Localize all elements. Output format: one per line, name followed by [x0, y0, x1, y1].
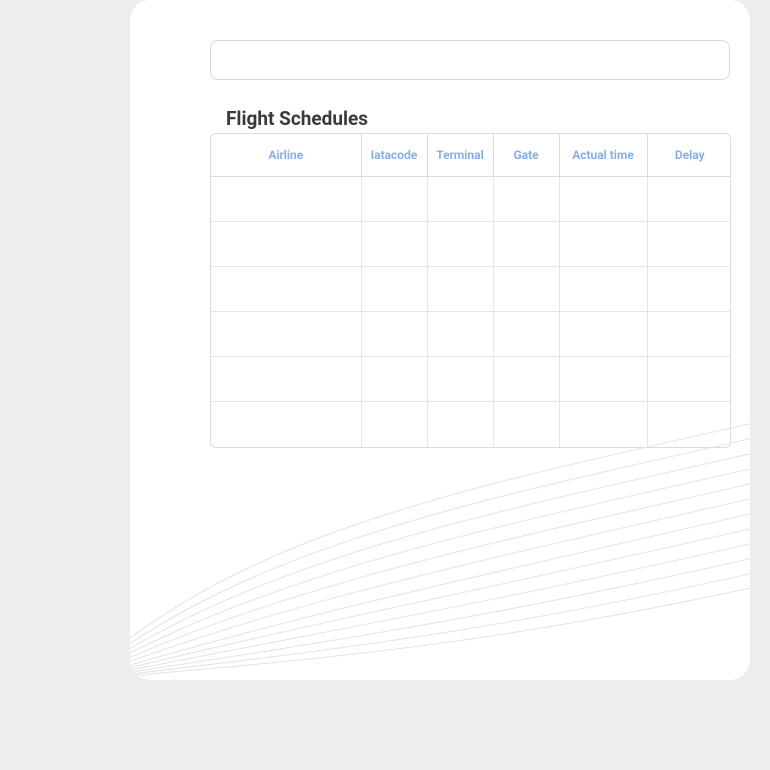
cell-airline: [211, 267, 361, 312]
cell-delay: [647, 177, 731, 222]
decorative-waves: [130, 420, 750, 680]
cell-terminal: [427, 312, 493, 357]
column-header-actual-time: Actual time: [559, 134, 647, 177]
flight-schedule-table: Airline Iatacode Terminal Gate Actual ti…: [210, 133, 731, 448]
cell-terminal: [427, 357, 493, 402]
column-header-iatacode: Iatacode: [361, 134, 427, 177]
table-row: [211, 402, 731, 447]
cell-airline: [211, 357, 361, 402]
cell-actual-time: [559, 177, 647, 222]
table-row: [211, 267, 731, 312]
cell-delay: [647, 402, 731, 447]
table-row: [211, 222, 731, 267]
cell-gate: [493, 312, 559, 357]
section-title: Flight Schedules: [226, 107, 368, 130]
search-input[interactable]: [210, 40, 730, 80]
cell-gate: [493, 402, 559, 447]
cell-terminal: [427, 402, 493, 447]
cell-iatacode: [361, 267, 427, 312]
cell-terminal: [427, 267, 493, 312]
cell-actual-time: [559, 402, 647, 447]
cell-gate: [493, 267, 559, 312]
column-header-terminal: Terminal: [427, 134, 493, 177]
cell-terminal: [427, 177, 493, 222]
cell-delay: [647, 267, 731, 312]
cell-gate: [493, 222, 559, 267]
cell-airline: [211, 402, 361, 447]
column-header-delay: Delay: [647, 134, 731, 177]
column-header-airline: Airline: [211, 134, 361, 177]
cell-airline: [211, 222, 361, 267]
cell-airline: [211, 177, 361, 222]
cell-actual-time: [559, 357, 647, 402]
cell-iatacode: [361, 357, 427, 402]
main-panel: Flight Schedules Airline Iatacode Termin…: [130, 0, 750, 680]
cell-gate: [493, 177, 559, 222]
cell-actual-time: [559, 312, 647, 357]
table-row: [211, 177, 731, 222]
cell-delay: [647, 312, 731, 357]
cell-iatacode: [361, 402, 427, 447]
cell-iatacode: [361, 177, 427, 222]
cell-delay: [647, 222, 731, 267]
table-row: [211, 357, 731, 402]
cell-airline: [211, 312, 361, 357]
cell-iatacode: [361, 312, 427, 357]
cell-delay: [647, 357, 731, 402]
table-row: [211, 312, 731, 357]
cell-actual-time: [559, 267, 647, 312]
column-header-gate: Gate: [493, 134, 559, 177]
cell-actual-time: [559, 222, 647, 267]
cell-terminal: [427, 222, 493, 267]
cell-gate: [493, 357, 559, 402]
cell-iatacode: [361, 222, 427, 267]
